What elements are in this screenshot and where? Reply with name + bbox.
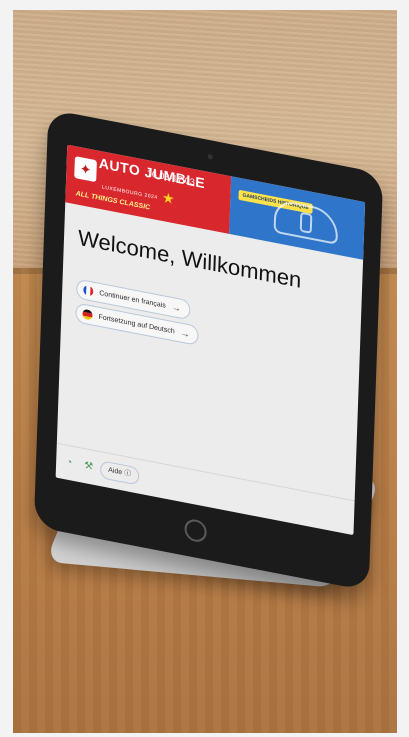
help-button[interactable]: Aide ⓘ	[99, 460, 140, 486]
arrow-right-icon: →	[171, 301, 181, 314]
continue-german-label: Fortsetzung auf Deutsch	[98, 313, 175, 335]
star-icon: ★	[161, 188, 175, 208]
tablet-screen: ✦ AUTO JUMBLE 16.03-17.03 LUXEMBOURG 202…	[55, 144, 366, 536]
tablet-device: ✦ AUTO JUMBLE 16.03-17.03 LUXEMBOURG 202…	[33, 108, 384, 592]
front-camera	[207, 153, 213, 160]
continue-french-label: Continuer en français	[99, 289, 166, 310]
classic-car-icon	[273, 198, 339, 245]
banner-left: ✦ AUTO JUMBLE 16.03-17.03 LUXEMBOURG 202…	[65, 144, 232, 234]
german-flag-icon	[82, 308, 93, 321]
arrow-right-icon: →	[180, 327, 190, 340]
wrench-icon: ⚒	[84, 460, 94, 473]
home-button[interactable]	[184, 517, 207, 544]
wifi-icon: ◔	[66, 456, 73, 469]
footer-bar: ◔ ⚒ Aide ⓘ	[55, 442, 355, 536]
french-flag-icon	[83, 284, 94, 297]
event-logo-icon: ✦	[74, 156, 97, 183]
banner-right: GAMSCHEIDS HISTORIQUE	[229, 176, 366, 260]
photo-background: ✦ AUTO JUMBLE 16.03-17.03 LUXEMBOURG 202…	[13, 10, 397, 733]
